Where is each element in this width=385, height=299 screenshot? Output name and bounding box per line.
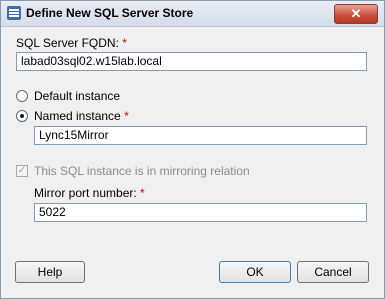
default-instance-radio[interactable] bbox=[16, 90, 28, 102]
radio-selected-dot bbox=[20, 114, 24, 118]
close-icon: ✕ bbox=[350, 6, 362, 21]
close-button[interactable]: ✕ bbox=[334, 4, 378, 24]
define-sql-store-dialog: Define New SQL Server Store ✕ SQL Server… bbox=[0, 0, 385, 299]
fqdn-label-text: SQL Server FQDN: bbox=[16, 36, 119, 50]
help-button[interactable]: Help bbox=[15, 261, 85, 283]
named-instance-required-mark: * bbox=[124, 109, 129, 123]
named-instance-label: Named instance * bbox=[34, 109, 129, 123]
default-instance-label: Default instance bbox=[34, 89, 121, 103]
named-instance-radio[interactable] bbox=[16, 110, 28, 122]
ok-button[interactable]: OK bbox=[219, 261, 291, 283]
mirror-port-label-text: Mirror port number: bbox=[34, 186, 137, 200]
named-instance-label-text: Named instance bbox=[34, 109, 121, 123]
dialog-title: Define New SQL Server Store bbox=[26, 6, 194, 20]
named-instance-input[interactable]: Lync15Mirror bbox=[34, 126, 367, 145]
fqdn-required-mark: * bbox=[122, 36, 127, 50]
server-store-icon bbox=[6, 5, 22, 21]
mirroring-checkbox-label: This SQL instance is in mirroring relati… bbox=[34, 164, 250, 178]
cancel-button[interactable]: Cancel bbox=[297, 261, 369, 283]
mirror-port-input[interactable]: 5022 bbox=[34, 203, 367, 222]
mirror-port-required-mark: * bbox=[140, 186, 145, 200]
mirror-port-label: Mirror port number: * bbox=[34, 186, 145, 200]
fqdn-input[interactable]: labad03sql02.w15lab.local bbox=[16, 52, 367, 71]
mirroring-checkbox[interactable]: ✓ bbox=[16, 165, 28, 177]
fqdn-label: SQL Server FQDN: * bbox=[16, 36, 127, 50]
title-bar[interactable]: Define New SQL Server Store ✕ bbox=[1, 1, 384, 27]
